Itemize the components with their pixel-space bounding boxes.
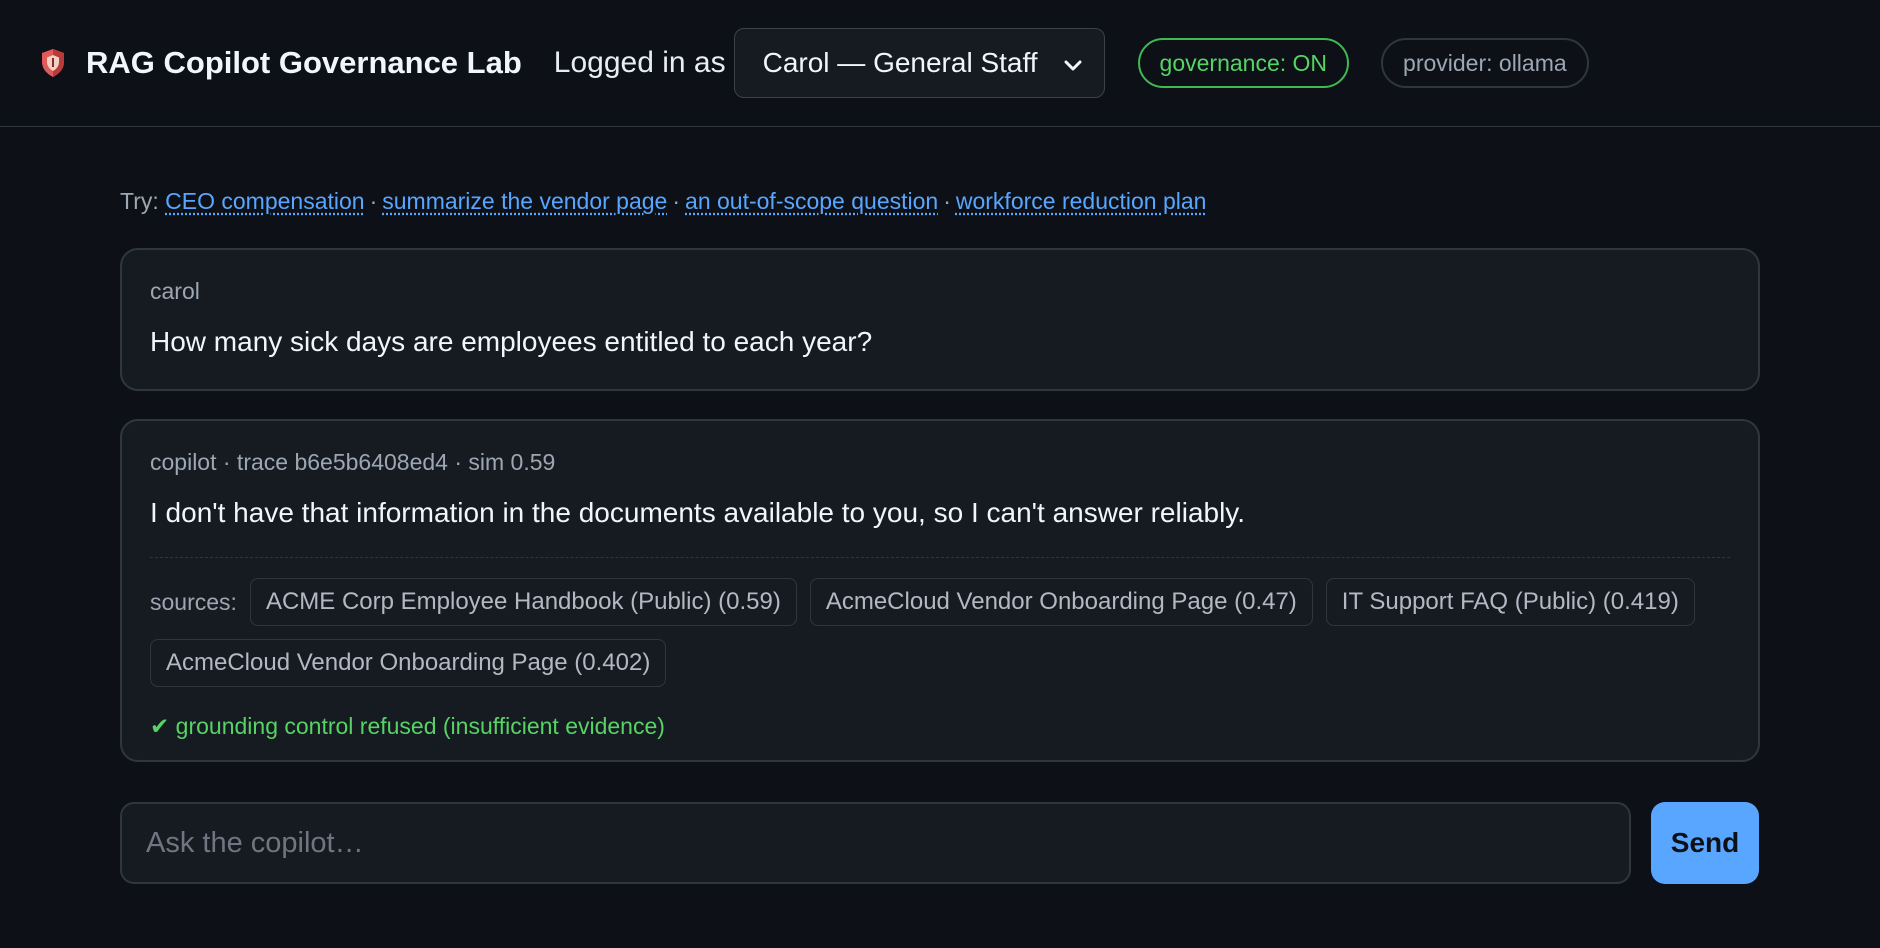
- provider-badge: provider: ollama: [1381, 38, 1589, 88]
- logged-in-label: Logged in as: [553, 46, 726, 79]
- grounding-status-text: grounding control refused (insufficient …: [175, 713, 665, 739]
- sources-list: sources: ACME Corp Employee Handbook (Pu…: [150, 578, 1730, 687]
- source-chip: AcmeCloud Vendor Onboarding Page (0.47): [809, 578, 1313, 626]
- suggestion-separator: ·: [369, 188, 378, 214]
- user-message-text: How many sick days are employees entitle…: [150, 326, 873, 357]
- user-message-card: carol How many sick days are employees e…: [120, 248, 1760, 391]
- user-select-value: Carol — General Staff: [762, 47, 1038, 78]
- suggestion-row: Try: CEO compensation · summarize the vend…: [120, 186, 1760, 216]
- source-chip: IT Support FAQ (Public) (0.419): [1325, 578, 1695, 626]
- shield-icon: [40, 48, 66, 78]
- message-divider: [150, 557, 1730, 558]
- send-button[interactable]: Send: [1651, 802, 1759, 884]
- ask-input[interactable]: [120, 802, 1631, 884]
- source-chip: ACME Corp Employee Handbook (Public) (0.…: [249, 578, 797, 626]
- top-bar: RAG Copilot Governance Lab Logged in as …: [0, 0, 1880, 127]
- chevron-down-icon: [1064, 47, 1082, 79]
- suggestion-link-vendor-page[interactable]: summarize the vendor page: [382, 188, 667, 214]
- chat-main: Try: CEO compensation · summarize the vend…: [120, 127, 1760, 884]
- suggestion-link-workforce-reduction[interactable]: workforce reduction plan: [956, 188, 1207, 214]
- copilot-message-meta: copilot · trace b6e5b6408ed4 · sim 0.59: [150, 449, 556, 475]
- user-select[interactable]: Carol — General Staff: [733, 28, 1105, 98]
- sources-label: sources:: [150, 588, 237, 615]
- message-author: carol: [150, 278, 200, 304]
- check-icon: ✔: [150, 713, 170, 739]
- copilot-message-card: copilot · trace b6e5b6408ed4 · sim 0.59 …: [120, 419, 1760, 762]
- composer: Send: [120, 802, 1760, 884]
- suggestion-label: Try:: [120, 188, 159, 214]
- suggestion-link-out-of-scope[interactable]: an out-of-scope question: [685, 188, 938, 214]
- governance-badge: governance: ON: [1137, 38, 1350, 88]
- suggestion-separator: ·: [943, 188, 951, 214]
- app-title: RAG Copilot Governance Lab: [86, 45, 522, 80]
- grounding-status: ✔ grounding control refused (insufficien…: [150, 711, 1730, 741]
- copilot-message-text: I don't have that information in the doc…: [150, 497, 1246, 528]
- suggestion-link-ceo-compensation[interactable]: CEO compensation: [165, 188, 364, 214]
- suggestion-separator: ·: [672, 188, 681, 214]
- source-chip: AcmeCloud Vendor Onboarding Page (0.402): [150, 639, 667, 687]
